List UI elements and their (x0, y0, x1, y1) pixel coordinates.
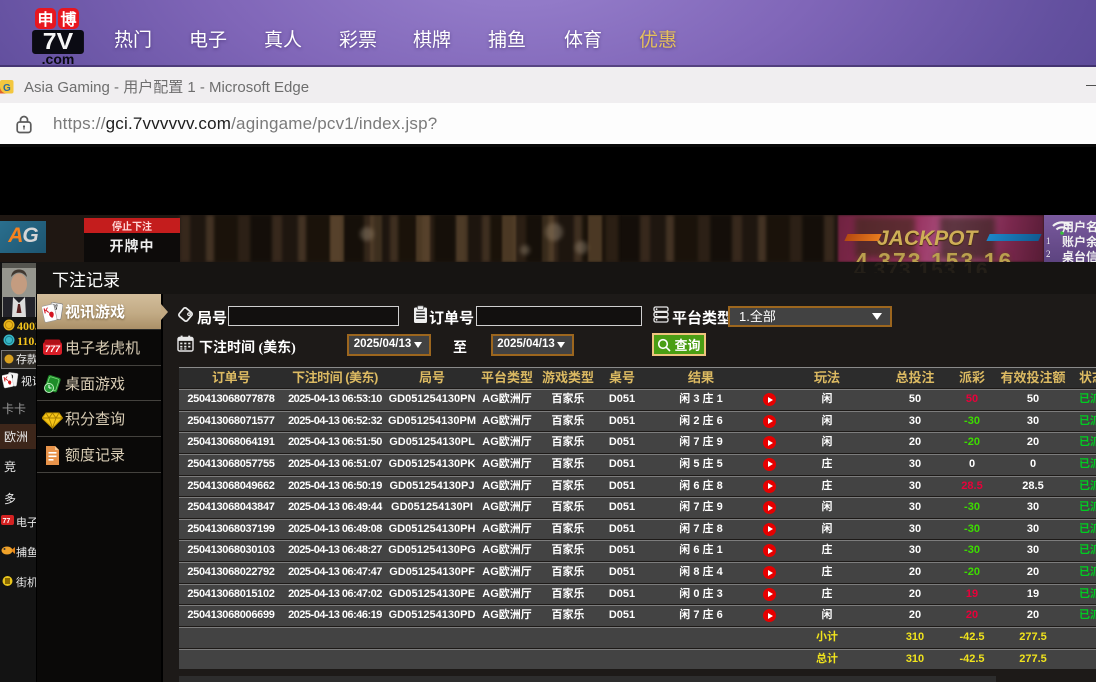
svg-text:G: G (3, 83, 11, 94)
svg-text:777: 777 (45, 344, 61, 354)
svg-text:77: 77 (3, 518, 11, 525)
